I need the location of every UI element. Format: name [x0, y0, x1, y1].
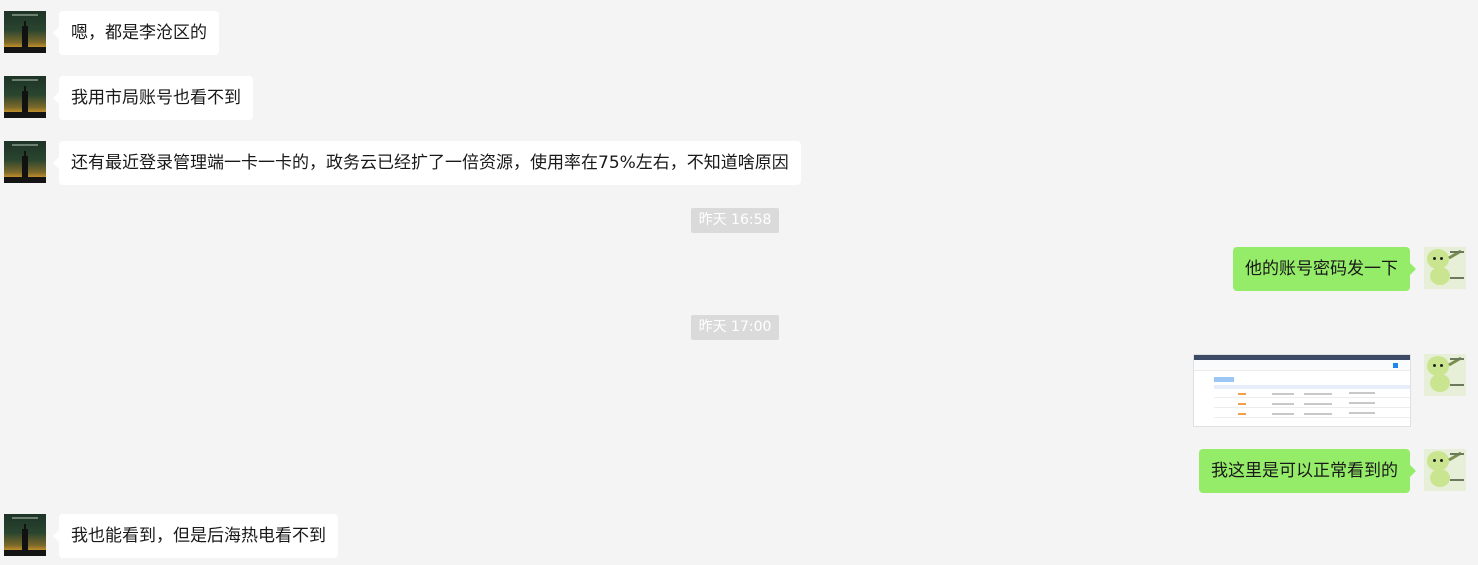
screenshot-cell [1304, 413, 1332, 415]
avatar-ground [4, 47, 46, 53]
message-bubble-incoming[interactable]: 还有最近登录管理端一卡一卡的，政务云已经扩了一倍资源，使用率在75%左右，不知道… [53, 141, 801, 185]
avatar-caption [1450, 358, 1464, 360]
avatar-tower [22, 156, 28, 178]
self-avatar[interactable] [1424, 449, 1466, 491]
screenshot-tab [1214, 377, 1234, 382]
avatar-eye [1440, 257, 1443, 260]
avatar-caption [1450, 251, 1464, 253]
avatar-figure [1430, 469, 1450, 487]
screenshot-cell [1304, 403, 1332, 405]
screenshot-image-message[interactable] [1193, 354, 1411, 427]
screenshot-cell [1304, 393, 1332, 395]
message-bubble-outgoing[interactable]: 我这里是可以正常看到的 [1199, 449, 1416, 493]
avatar-caption [1450, 453, 1464, 455]
avatar-caption [1450, 384, 1464, 386]
screenshot-cell [1349, 392, 1375, 394]
avatar-eye [1440, 364, 1443, 367]
avatar-ground [4, 112, 46, 118]
message-timestamp: 昨天 16:58 [691, 208, 779, 233]
avatar-figure [1427, 249, 1449, 269]
message-bubble-incoming[interactable]: 我用市局账号也看不到 [53, 76, 253, 120]
screenshot-cell [1238, 403, 1246, 405]
screenshot-cell [1349, 402, 1375, 404]
screenshot-cell [1272, 403, 1294, 405]
avatar-figure [1427, 356, 1449, 376]
screenshot-table-row [1214, 417, 1410, 418]
screenshot-table-row [1214, 407, 1410, 408]
contact-avatar[interactable] [4, 76, 46, 118]
avatar-sky [12, 517, 38, 519]
avatar-figure [1427, 451, 1449, 471]
avatar-eye [1440, 459, 1443, 462]
screenshot-cell [1272, 393, 1294, 395]
avatar-tower [22, 529, 28, 551]
screenshot-cell [1349, 412, 1375, 414]
message-bubble-incoming[interactable]: 我也能看到，但是后海热电看不到 [53, 514, 338, 558]
avatar-sky [12, 14, 38, 16]
self-avatar[interactable] [1424, 247, 1466, 289]
avatar-eye [1433, 257, 1436, 260]
message-bubble-outgoing[interactable]: 他的账号密码发一下 [1233, 247, 1416, 291]
screenshot-table-row [1214, 397, 1410, 398]
screenshot-cell [1238, 413, 1246, 415]
avatar-tower [22, 91, 28, 113]
screenshot-table-header [1214, 385, 1410, 389]
message-timestamp: 昨天 17:00 [691, 315, 779, 340]
contact-avatar[interactable] [4, 514, 46, 556]
screenshot-cell [1272, 413, 1294, 415]
avatar-caption [1450, 479, 1464, 481]
avatar-ground [4, 177, 46, 183]
self-avatar[interactable] [1424, 354, 1466, 396]
screenshot-cell [1238, 393, 1246, 395]
avatar-sky [12, 79, 38, 81]
avatar-figure [1430, 374, 1450, 392]
avatar-sky [12, 144, 38, 146]
avatar-ground [4, 550, 46, 556]
avatar-eye [1433, 459, 1436, 462]
avatar-tower [22, 26, 28, 48]
avatar-eye [1433, 364, 1436, 367]
contact-avatar[interactable] [4, 11, 46, 53]
avatar-figure [1430, 267, 1450, 285]
message-bubble-incoming[interactable]: 嗯，都是李沧区的 [53, 11, 219, 55]
avatar-caption [1450, 277, 1464, 279]
contact-avatar[interactable] [4, 141, 46, 183]
screenshot-search-button [1393, 363, 1398, 368]
screenshot-toolbar [1194, 360, 1410, 371]
